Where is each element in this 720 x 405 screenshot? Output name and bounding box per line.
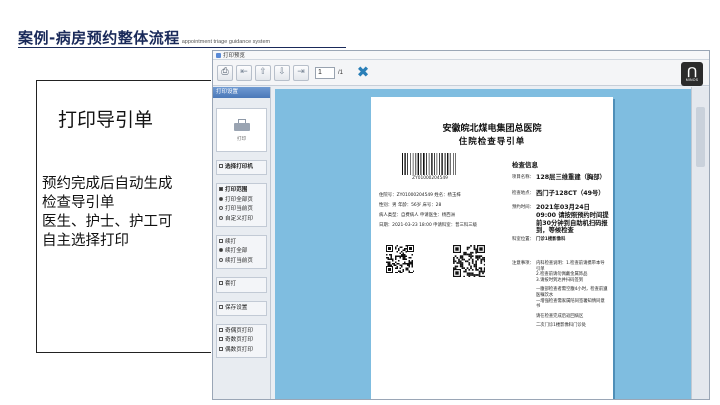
exam-item-value: 128层三维重建（胸部） [536,174,606,181]
odd-even-group: 奇偶页打印 奇数页打印 偶数页打印 [216,324,267,359]
print-range-group: 打印范围 打印全部页 打印当前页 自定义打印 [216,183,267,228]
printer-icon [233,118,250,133]
printer-icon: ⎙ [221,67,229,77]
print-settings-sidebar: 打印设置 打印 选择打印机 打印范围 打印全部页 打印当前页 自定义打印 续打 … [213,87,271,399]
select-printer-option[interactable]: 选择打印机 [219,163,264,172]
title-underline [18,47,346,48]
first-page-button[interactable]: ⇤ [236,64,252,81]
exam-item-label: 项目名称： [512,175,534,180]
brand-logo: ⋂ MINOS [681,62,703,86]
save-settings-group: 保存设置 [216,300,267,317]
guide-sheet-page: 安徽皖北煤电集团总医院 住院检查导引单 ZY01000204549 住院号：ZY… [371,97,613,399]
notice-body: 内科检查说明：1.检查前请携带本导引单 2.检查前请勿佩戴金属饰品 3.请按时到… [536,261,608,329]
note-line: 预约完成后自动生成 [42,176,173,192]
odd-pages-checkbox[interactable]: 奇数页打印 [219,336,264,345]
print-button[interactable]: ⎙ [217,64,233,81]
barcode-image [402,153,456,175]
last-page-icon: ⇥ [297,67,305,77]
page-number-input[interactable]: 1 [315,66,335,79]
exam-room-value: 西门子128CT（49号） [536,190,605,197]
location-label: 科室位置： [512,237,534,242]
exam-room-label: 检查地点： [512,191,534,196]
note-body: 预约完成后自动生成 检查导引单 医生、护士、护工可 自主选择打印 [42,175,173,251]
print-range-title[interactable]: 打印范围 [219,186,264,195]
continue-print-group: 续打 续打全部 续打当前页 [216,235,267,270]
exam-time-label: 预约时间： [512,205,534,210]
window-title: 打印预览 [223,53,246,59]
slide-title: 案例-病房预约整体流程 appointment triage guidance … [18,27,270,47]
first-page-icon: ⇤ [240,67,248,77]
toolbar: ⎙ ⇤ ⇧ ⇩ ⇥ 1 /1 ✖ ⋂ MINOS [213,60,709,86]
continue-all-radio[interactable]: 续打全部 [219,247,264,256]
exam-info-title: 检查信息 [512,161,538,169]
printer-select-group: 选择打印机 [216,160,267,176]
printer-card[interactable]: 打印 [216,108,267,152]
slide-title-text: 案例-病房预约整体流程 [18,29,180,47]
next-page-button[interactable]: ⇩ [274,64,290,81]
printer-caption: 打印 [237,135,246,141]
overlay-print-checkbox[interactable]: 套打 [219,280,264,289]
exam-time-value: 2021年03月24日 09:00 请按照预约时间提前30分钟到自助机扫码报到，… [536,204,609,235]
brand-logo-text: MINOS [685,78,699,82]
window-titlebar: 打印预览 [213,51,709,60]
app-logo-icon [216,52,221,58]
brand-logo-icon: ⋂ [687,65,697,78]
scrollbar-thumb[interactable] [696,107,705,167]
custom-print-radio[interactable]: 自定义打印 [219,215,264,224]
note-heading: 打印导引单 [58,109,154,131]
note-line: 检查导引单 [42,195,115,211]
patient-field: 性别：男 年龄：56岁 床号：28 [379,203,442,208]
page-total: /1 [338,69,344,76]
close-icon: ✖ [356,63,370,81]
location-value: 门诊1楼影像科 [536,237,566,242]
continue-print-title[interactable]: 续打 [219,238,264,247]
print-preview-window: 打印预览 ⎙ ⇤ ⇧ ⇩ ⇥ 1 /1 ✖ ⋂ MINOS 打印设置 打印 选择… [212,50,710,400]
note-line: 自主选择打印 [42,233,129,249]
patient-field: 住院号：ZY01000204549 姓名：杨玉梓 [379,193,461,198]
qr-code-image [453,245,485,277]
print-current-page-radio[interactable]: 打印当前页 [219,205,264,214]
qr-code-image [386,245,414,273]
slide-subtitle: appointment triage guidance system [181,39,271,45]
barcode-number: ZY01000204549 [412,176,448,181]
previous-page-button[interactable]: ⇧ [255,64,271,81]
last-page-button[interactable]: ⇥ [293,64,309,81]
patient-field: 病人类型：自费病人 申请医生：杨西洲 [379,213,456,218]
preview-canvas[interactable]: 安徽皖北煤电集团总医院 住院检查导引单 ZY01000204549 住院号：ZY… [275,89,691,399]
print-all-pages-radio[interactable]: 打印全部页 [219,196,264,205]
document-title: 住院检查导引单 [458,137,526,147]
overlay-print-group: 套打 [216,277,267,293]
notice-label: 注意事项： [512,261,534,266]
odd-even-checkbox[interactable]: 奇偶页打印 [219,327,264,336]
patient-field: 日期：2021-03-23 18:00 申请科室：普三科三级 [379,223,478,228]
sidebar-header: 打印设置 [213,87,270,98]
arrow-down-icon: ⇩ [278,67,286,77]
vertical-scrollbar[interactable] [691,87,709,399]
save-settings-checkbox[interactable]: 保存设置 [219,304,264,313]
continue-current-radio[interactable]: 续打当前页 [219,257,264,266]
close-preview-button[interactable]: ✖ [355,65,371,81]
hospital-name: 安徽皖北煤电集团总医院 [442,124,542,134]
even-pages-checkbox[interactable]: 偶数页打印 [219,346,264,355]
note-line: 医生、护士、护工可 [42,214,173,230]
arrow-up-icon: ⇧ [259,67,267,77]
